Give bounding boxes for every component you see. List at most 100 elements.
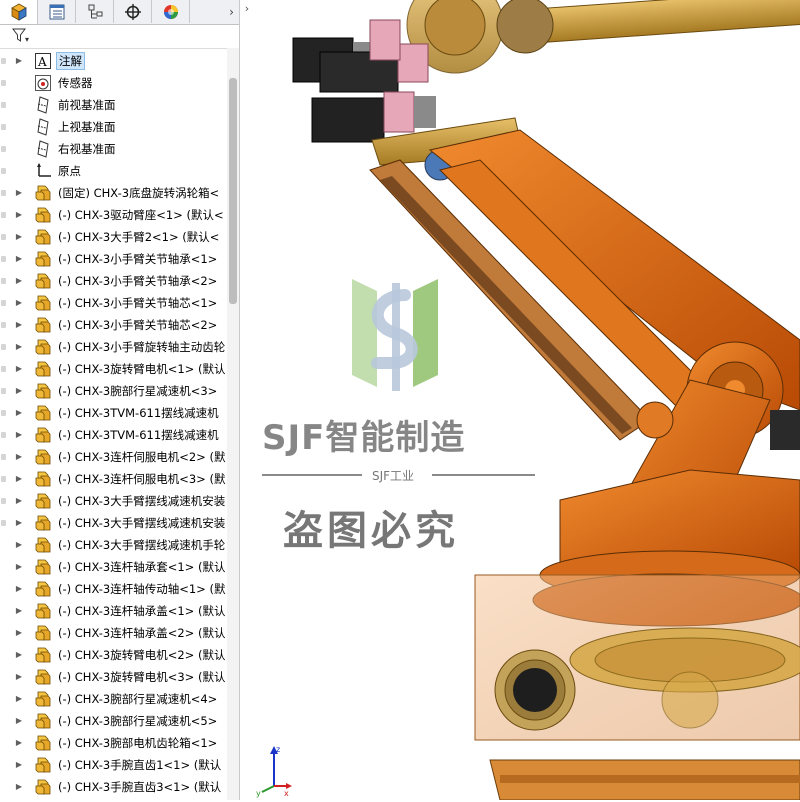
expand-arrow-icon[interactable]: ▶ <box>13 494 25 508</box>
tree-item-label: 原点 <box>58 164 81 178</box>
expand-arrow-icon[interactable]: ▶ <box>13 516 25 530</box>
tree-item[interactable]: 传感器 <box>0 72 227 94</box>
expand-arrow-icon[interactable]: ▶ <box>13 54 25 68</box>
expand-arrow-icon[interactable]: ▶ <box>13 692 25 706</box>
expand-arrow-icon[interactable]: ▶ <box>13 340 25 354</box>
tree-item[interactable]: ▶ (-) CHX-3大手臂2<1> (默认< <box>0 226 227 248</box>
tree-item[interactable]: ▶ (-) CHX-3连杆伺服电机<2> (默 <box>0 446 227 468</box>
tree-scrollbar[interactable] <box>227 48 239 800</box>
expand-arrow-icon[interactable]: ▶ <box>13 472 25 486</box>
tree-item[interactable]: ▶ (-) CHX-3小手臂关节轴芯<2> <box>0 314 227 336</box>
expand-arrow-icon[interactable]: ▶ <box>13 758 25 772</box>
expand-arrow-icon[interactable]: ▶ <box>13 780 25 794</box>
expand-arrow-icon[interactable]: ▶ <box>13 406 25 420</box>
tree-item[interactable]: ▶ (-) CHX-3连杆轴承盖<1> (默认 <box>0 600 227 622</box>
tree-item[interactable]: ▶ (-) CHX-3小手臂关节轴芯<1> <box>0 292 227 314</box>
tree-item[interactable]: ▶ (-) CHX-3腕部行星减速机<5> <box>0 710 227 732</box>
tree-item[interactable]: ▶ (-) CHX-3TVM-611摆线减速机 <box>0 402 227 424</box>
tree-item[interactable]: ▶ (-) CHX-3连杆伺服电机<3> (默 <box>0 468 227 490</box>
expand-arrow-icon[interactable]: ▶ <box>13 736 25 750</box>
part-icon <box>34 228 52 246</box>
tree-item-label: (-) CHX-3手腕直齿1<1> (默认 <box>58 758 222 772</box>
expand-arrow-icon[interactable]: ▶ <box>13 582 25 596</box>
expand-arrow-icon[interactable]: ▶ <box>13 384 25 398</box>
tree-item[interactable]: ▶ (-) CHX-3腕部电机齿轮箱<1> <box>0 732 227 754</box>
tree-item[interactable]: ▶ (-) CHX-3旋转臂电机<3> (默认 <box>0 666 227 688</box>
tree-item[interactable]: ▶ (-) CHX-3大手臂摆线减速机安装 <box>0 512 227 534</box>
part-icon <box>34 712 52 730</box>
gutter-mark <box>1 476 6 482</box>
tree-item[interactable]: ▶ (-) CHX-3连杆轴传动轴<1> (默 <box>0 578 227 600</box>
part-icon <box>34 558 52 576</box>
part-icon <box>34 624 52 642</box>
tree-item[interactable]: ▶ (-) CHX-3腕部行星减速机<3> <box>0 380 227 402</box>
tree-item[interactable]: ▶ (-) CHX-3TVM-611摆线减速机 <box>0 424 227 446</box>
tab-dimxpert-manager[interactable] <box>114 0 152 23</box>
watermark-divider-left <box>262 474 362 476</box>
expand-arrow-icon[interactable]: ▶ <box>13 186 25 200</box>
expand-arrow-icon <box>13 76 25 90</box>
tree-item[interactable]: ▶ (固定) CHX-3底盘旋转涡轮箱< <box>0 182 227 204</box>
tree-item[interactable]: ▶ (-) CHX-3连杆轴承盖<2> (默认 <box>0 622 227 644</box>
tree-item[interactable]: 前视基准面 <box>0 94 227 116</box>
expand-arrow-icon[interactable]: ▶ <box>13 538 25 552</box>
tree-item-label: 上视基准面 <box>58 120 116 134</box>
tab-feature-manager[interactable] <box>0 0 38 24</box>
tab-configuration-manager[interactable] <box>76 0 114 23</box>
tree-item[interactable]: ▶ (-) CHX-3小手臂关节轴承<2> <box>0 270 227 292</box>
expand-arrow-icon[interactable]: ▶ <box>13 428 25 442</box>
tree-item-label: (-) CHX-3旋转臂电机<2> (默认 <box>58 648 226 662</box>
filter-icon[interactable]: ▾ <box>12 28 30 48</box>
expand-arrow-icon[interactable]: ▶ <box>13 230 25 244</box>
triad-x-label: x <box>284 789 289 798</box>
gutter-mark <box>1 520 6 526</box>
tree-item-label: (-) CHX-3TVM-611摆线减速机 <box>58 428 219 442</box>
expand-arrow-icon[interactable]: ▶ <box>13 648 25 662</box>
tree-item[interactable]: ▶ (-) CHX-3小手臂旋转轴主动齿轮 <box>0 336 227 358</box>
tree-item[interactable]: 上视基准面 <box>0 116 227 138</box>
tree-item-label: (固定) CHX-3底盘旋转涡轮箱< <box>58 186 220 200</box>
expand-arrow-icon[interactable]: ▶ <box>13 296 25 310</box>
tree-item[interactable]: ▶ (-) CHX-3大手臂摆线减速机手轮 <box>0 534 227 556</box>
tab-display-manager[interactable] <box>152 0 190 23</box>
tree-item[interactable]: ▶ (-) CHX-3连杆轴承套<1> (默认 <box>0 556 227 578</box>
expand-arrow-icon[interactable]: ▶ <box>13 714 25 728</box>
expand-arrow-icon[interactable]: ▶ <box>13 450 25 464</box>
expand-arrow-icon[interactable]: ▶ <box>13 318 25 332</box>
collapse-panel-chevron-icon[interactable]: › <box>240 0 254 18</box>
tree-item[interactable]: ▶ (-) CHX-3小手臂关节轴承<1> <box>0 248 227 270</box>
tree-item[interactable]: ▶ (-) CHX-3腕部行星减速机<4> <box>0 688 227 710</box>
tree-item[interactable]: ▶ (-) CHX-3旋转臂电机<2> (默认 <box>0 644 227 666</box>
tree-scrollbar-thumb[interactable] <box>229 78 237 304</box>
part-icon <box>34 272 52 290</box>
tab-property-manager[interactable] <box>38 0 76 23</box>
gutter-mark <box>1 102 6 108</box>
expand-arrow-icon[interactable]: ▶ <box>13 560 25 574</box>
gutter-mark <box>1 322 6 328</box>
tree-item[interactable]: ▶ (-) CHX-3旋转臂电机<1> (默认 <box>0 358 227 380</box>
part-icon <box>34 382 52 400</box>
expand-arrow-icon[interactable]: ▶ <box>13 604 25 618</box>
tree-item[interactable]: 右视基准面 <box>0 138 227 160</box>
tree-item[interactable]: ▶ A 注解 <box>0 50 227 72</box>
expand-arrow-icon[interactable]: ▶ <box>13 208 25 222</box>
tree-item[interactable]: ▶ (-) CHX-3手腕直齿3<1> (默认 <box>0 776 227 798</box>
tree-item-label: (-) CHX-3大手臂摆线减速机手轮 <box>58 538 226 552</box>
reference-triad: z x y <box>254 742 294 798</box>
expand-arrow-icon[interactable]: ▶ <box>13 670 25 684</box>
tree-item[interactable]: 原点 <box>0 160 227 182</box>
gutter-mark <box>1 366 6 372</box>
expand-arrow-icon[interactable]: ▶ <box>13 626 25 640</box>
expand-arrow-icon[interactable]: ▶ <box>13 274 25 288</box>
expand-arrow-icon[interactable]: ▶ <box>13 362 25 376</box>
tree-item[interactable]: ▶ (-) CHX-3驱动臂座<1> (默认< <box>0 204 227 226</box>
expand-arrow-icon[interactable]: ▶ <box>13 252 25 266</box>
tree-item[interactable]: ▶ (-) CHX-3手腕直齿1<1> (默认 <box>0 754 227 776</box>
gutter-mark <box>1 388 6 394</box>
expand-arrow-icon <box>13 98 25 112</box>
part-icon <box>34 338 52 356</box>
tree-item-label: (-) CHX-3大手臂摆线减速机安装 <box>58 494 226 508</box>
more-tabs-chevron-icon[interactable]: › <box>224 0 239 23</box>
tree-item[interactable]: ▶ (-) CHX-3大手臂摆线减速机安装 <box>0 490 227 512</box>
tree-item-label: (-) CHX-3大手臂2<1> (默认< <box>58 230 220 244</box>
